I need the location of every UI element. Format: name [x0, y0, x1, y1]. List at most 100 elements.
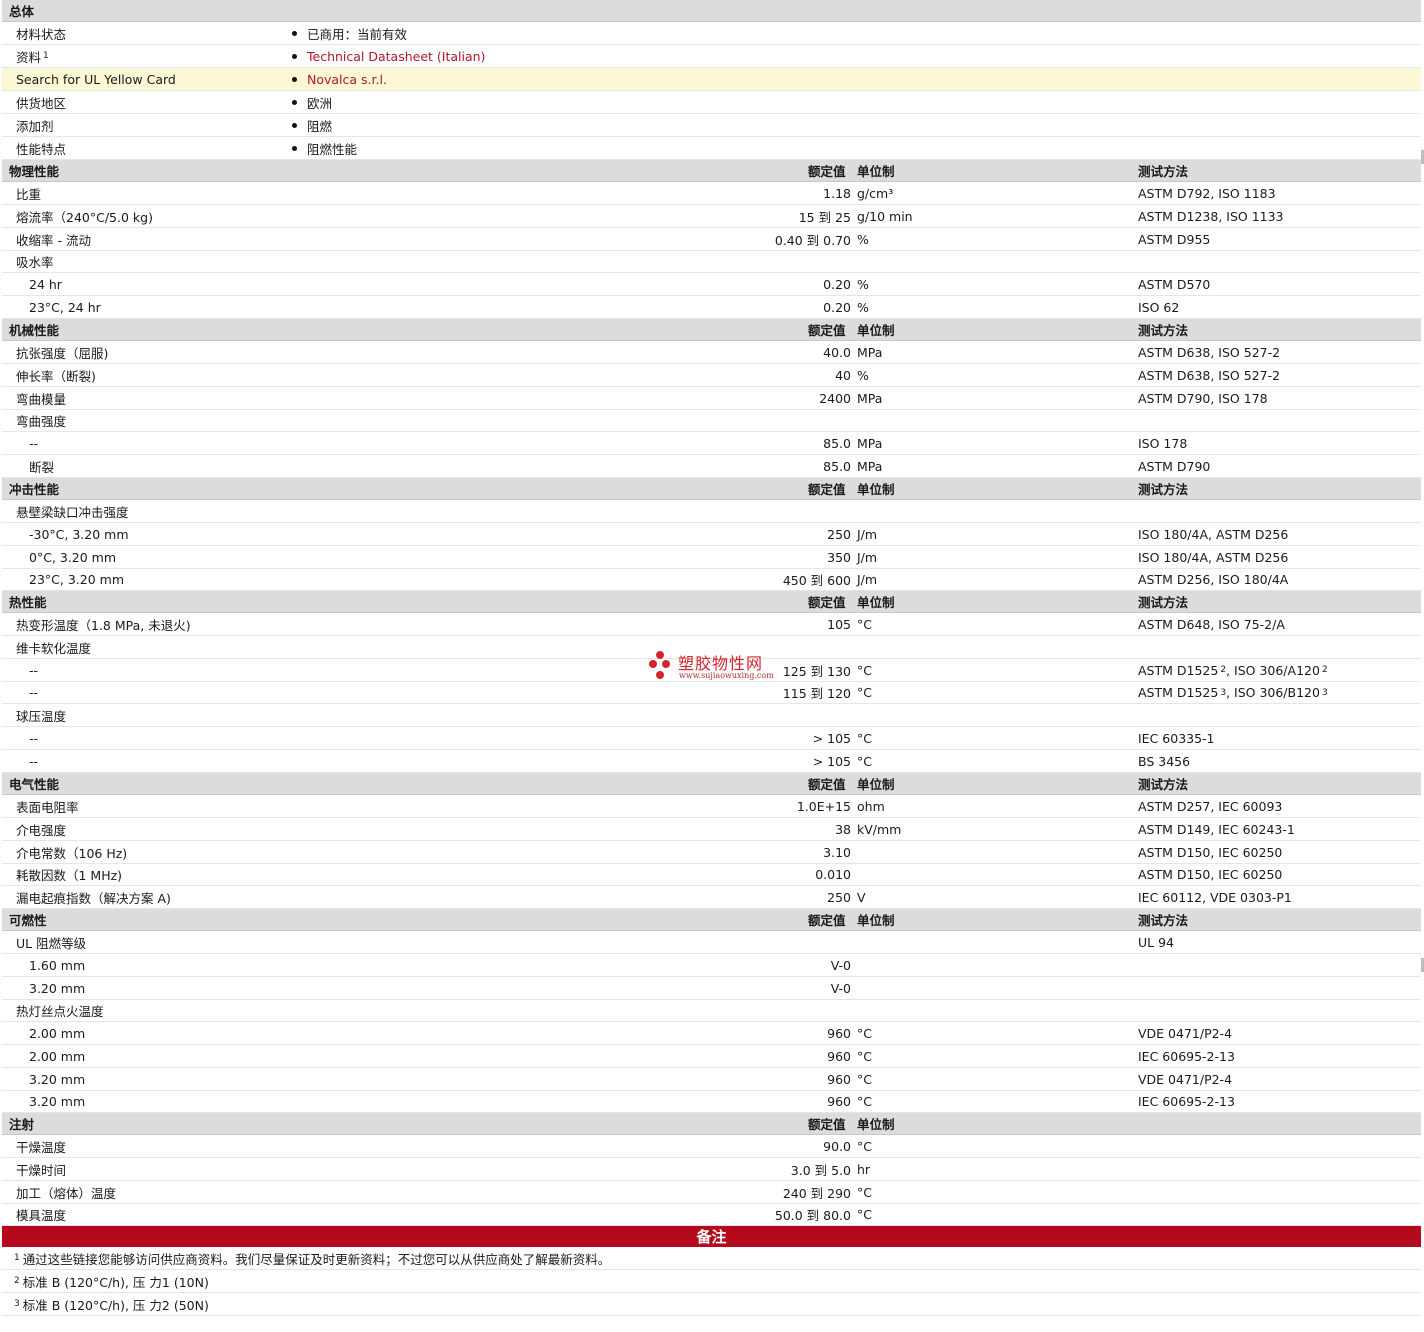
property-value: > 105: [812, 753, 851, 769]
general-row-label: 性能特点: [16, 137, 66, 159]
property-row: 干燥温度 90.0 °C: [2, 1135, 1421, 1158]
property-unit: %: [857, 367, 869, 383]
property-unit: °C: [857, 616, 872, 632]
general-row: 添加剂 阻燃: [2, 114, 1421, 137]
general-row-label: 资料 1: [16, 45, 49, 67]
section-header: 可燃性 额定值 单位制 测试方法: [2, 909, 1421, 931]
property-value: 250: [827, 889, 851, 905]
section-title: 机械性能: [9, 323, 60, 338]
test-method: ASTM D955: [1138, 228, 1210, 250]
note-item: 3 标准 B (120°C/h), 压 力2 (50N): [2, 1293, 1421, 1316]
section-title: 注射: [9, 1117, 35, 1132]
property-label: 模具温度: [16, 1208, 67, 1223]
section-header-general: 总体: [2, 0, 1421, 22]
bullet-icon: [292, 76, 297, 82]
column-header-test: 测试方法: [1138, 595, 1189, 610]
column-header-test: 测试方法: [1138, 323, 1189, 338]
test-method-text: BS 3456: [1138, 753, 1191, 769]
section-header: 物理性能 额定值 单位制 测试方法: [2, 160, 1421, 182]
property-label: --: [29, 730, 39, 746]
section-title: 电气性能: [9, 777, 60, 792]
test-method: ASTM D790, ISO 178: [1138, 387, 1268, 409]
column-header-value: 额定值: [808, 595, 846, 610]
property-label: 干燥温度: [16, 1139, 67, 1155]
property-row: 23°C, 24 hr 0.20% ISO 62: [2, 296, 1421, 319]
test-method: IEC 60695-2-13: [1138, 1045, 1235, 1067]
bullet-icon: [292, 99, 297, 105]
property-unit: %: [857, 276, 869, 292]
column-header-value: 额定值: [808, 777, 846, 792]
test-method: BS 3456: [1138, 750, 1190, 772]
property-value: 960: [827, 1048, 851, 1064]
property-value: 250: [827, 526, 851, 542]
general-row-value-text: 阻燃性能: [307, 141, 358, 157]
property-unit: %: [857, 231, 869, 247]
notes-header: 备注: [2, 1226, 1421, 1247]
property-row: 热灯丝点火温度: [2, 1000, 1421, 1022]
test-method: ASTM D1525 2, ISO 306/A120 2: [1138, 662, 1328, 678]
property-label: 介电常数（106 Hz): [16, 845, 128, 861]
section-title: 物理性能: [9, 164, 60, 179]
property-unit: MPa: [857, 390, 883, 406]
test-method-text: ASTM D790: [1138, 458, 1211, 474]
section-title: 热性能: [9, 595, 47, 610]
general-row-label: Search for UL Yellow Card: [16, 68, 176, 90]
property-label: 表面电阻率: [16, 799, 79, 815]
property-row: 吸水率: [2, 251, 1421, 273]
column-header-unit: 单位制: [857, 482, 895, 497]
property-label: 3.20 mm: [29, 980, 86, 996]
property-sections: 物理性能 额定值 单位制 测试方法 比重 1.18 g/cm³ ASTM D792, ISO …: [2, 160, 1421, 1226]
test-method-text: ASTM D955: [1138, 231, 1211, 247]
property-value: 105: [827, 616, 851, 632]
property-label: 弯曲强度: [16, 414, 67, 429]
general-row-label-text: 材料状态: [16, 26, 67, 42]
property-value: 960: [827, 1025, 851, 1041]
test-method: UL 94: [1138, 931, 1174, 953]
test-method: ASTM D149, IEC 60243-1: [1138, 818, 1295, 840]
property-row: -- 115 到 120 °C ASTM D1525 3, ISO 306/B120 3: [2, 682, 1421, 704]
property-row: 模具温度 50.0 到 80.0 °C: [2, 1204, 1421, 1226]
test-method: ISO 180/4A, ASTM D256: [1138, 546, 1288, 568]
property-value: 3.0 到 5.0: [790, 1162, 851, 1178]
note-text: 标准 B (120°C/h), 压 力1 (10N): [22, 1274, 209, 1290]
property-unit: °C: [857, 1071, 872, 1087]
property-label: 耗散因数（1 MHz): [16, 868, 123, 883]
watermark-logo: 塑胶物性网 www.sujiaowuxing.com: [648, 650, 788, 684]
property-value: 350: [827, 549, 851, 565]
property-row: 断裂 85.0 MPa ASTM D790: [2, 455, 1421, 478]
property-row: 漏电起痕指数（解决方案 A) 250 V IEC 60112, VDE 0303-P1: [2, 886, 1421, 909]
bullet-icon: [292, 145, 297, 151]
property-value: 125 到 130: [782, 663, 851, 679]
property-row: 球压温度: [2, 704, 1421, 727]
property-value: 0.40 到 0.70: [774, 232, 851, 248]
property-label: 2.00 mm: [29, 1048, 86, 1064]
general-row-label: 添加剂: [16, 114, 54, 136]
property-row: -- > 105 °C IEC 60335-1: [2, 727, 1421, 750]
property-label: 弯曲模量: [16, 391, 67, 407]
property-unit: V: [857, 889, 866, 905]
property-unit: °C: [857, 730, 872, 746]
property-label: UL 阻燃等级: [16, 935, 87, 951]
test-method: ASTM D792, ISO 1183: [1138, 182, 1276, 204]
test-method-text: ASTM D648, ISO 75-2/A: [1138, 616, 1285, 632]
test-method: ASTM D256, ISO 180/4A: [1138, 569, 1288, 590]
property-value: V-0: [830, 957, 851, 973]
property-value: 0.20: [823, 276, 851, 292]
test-method-text: ASTM D638, ISO 527-2: [1138, 367, 1281, 383]
column-header-value: 额定值: [808, 482, 846, 497]
property-label: 球压温度: [16, 708, 67, 724]
test-method-text: ISO 178: [1138, 435, 1188, 451]
general-row-link[interactable]: Novalca s.r.l.: [307, 72, 387, 87]
notes-list: 1 通过这些链接您能够访问供应商资料。我们尽量保证及时更新资料；不过您可以从供应商…: [2, 1247, 1421, 1316]
bullet-icon: [292, 53, 297, 59]
column-header-unit: 单位制: [857, 777, 895, 792]
property-label: 介电强度: [16, 822, 67, 838]
general-row-value-text: 已商用：当前有效: [307, 26, 408, 42]
section-header: 电气性能 额定值 单位制 测试方法: [2, 773, 1421, 795]
property-label: 抗张强度（屈服): [16, 345, 109, 361]
property-unit: °C: [857, 1138, 872, 1154]
test-method-text: ISO 62: [1138, 299, 1180, 315]
general-row-link[interactable]: Technical Datasheet (Italian): [307, 49, 485, 64]
test-method: ASTM D648, ISO 75-2/A: [1138, 613, 1285, 635]
section-title: 可燃性: [9, 913, 47, 928]
